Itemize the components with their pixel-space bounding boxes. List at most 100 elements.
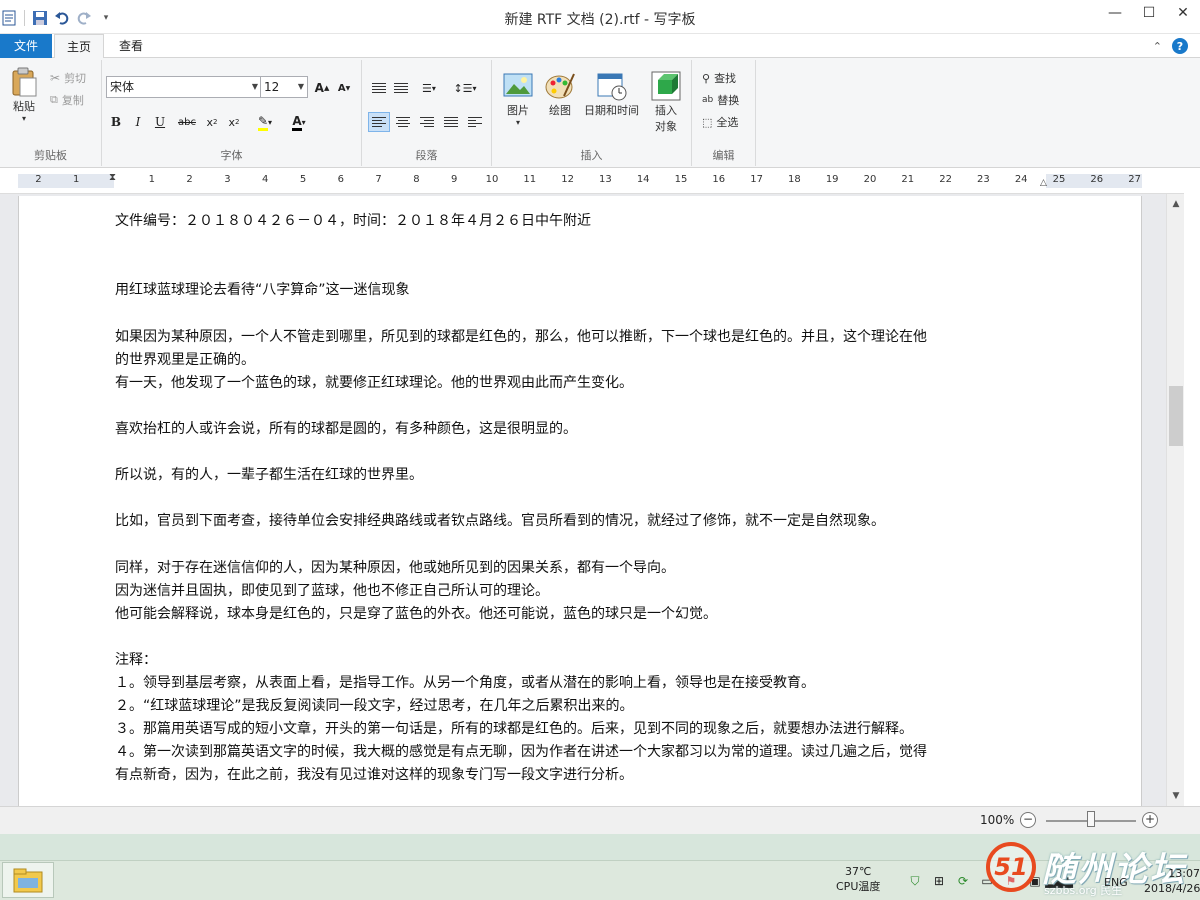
document-line: ３。那篇用英语写成的短小文章，开头的第一句话是，所有的球都是红色的。后来，见到不… <box>115 721 913 738</box>
increase-indent-icon[interactable] <box>390 78 412 98</box>
tab-view[interactable]: 查看 <box>108 34 154 58</box>
close-button[interactable]: ✕ <box>1166 0 1200 26</box>
right-padding <box>1184 168 1200 808</box>
document-line: 比如，官员到下面考查，接待单位会安排经典路线或者钦点路线。官员所看到的情况，就经… <box>115 513 885 530</box>
insert-group: 图片 ▾ 绘图 日期和时间 插入 对象 插入 <box>492 60 692 166</box>
grow-font-icon[interactable]: A ▲ <box>312 78 332 98</box>
vertical-scrollbar[interactable]: ▲ ▼ <box>1166 194 1184 806</box>
align-right-icon[interactable] <box>416 112 438 132</box>
align-center-icon[interactable] <box>392 112 414 132</box>
font-group: 宋体 ▼ 12 ▼ A ▲ A ▼ B I U abc x2 x2 ✎ ▾ A ▾ 字体 <box>102 60 362 166</box>
tab-file[interactable]: 文件 <box>0 34 52 58</box>
ruler-tick-label: 2 <box>186 174 193 185</box>
input-language[interactable]: ENG <box>1104 876 1128 889</box>
font-color-button[interactable]: A ▾ <box>284 112 314 132</box>
window-controls: — ☐ ✕ <box>1098 0 1200 26</box>
insert-object-button[interactable]: 插入 对象 <box>650 70 682 134</box>
maximize-button[interactable]: ☐ <box>1132 0 1166 26</box>
right-indent-marker-icon[interactable]: △ <box>1040 178 1047 188</box>
taskbar: 37℃ CPU温度 ⛉ ⊞ ⟳ ▭ ⚑ ▣ ▂▄▆ 51 随州论坛 szbbs.… <box>0 834 1200 900</box>
windows-icon[interactable]: ⊞ <box>930 872 948 890</box>
font-size-select[interactable]: 12 ▼ <box>260 76 308 98</box>
update-icon[interactable]: ⟳ <box>954 872 972 890</box>
highlight-color-button[interactable]: ✎ ▾ <box>250 112 280 132</box>
ruler-tick-label: 19 <box>825 174 839 185</box>
ruler-tick-label: 10 <box>485 174 499 185</box>
indent-marker-icon[interactable]: ⧗ <box>109 172 116 183</box>
zoom-slider-thumb[interactable] <box>1087 811 1095 827</box>
font-family-value: 宋体 <box>110 80 135 94</box>
ruler-tick-label: 23 <box>977 174 990 185</box>
datetime-label: 日期和时间 <box>584 104 639 117</box>
bold-icon[interactable]: B <box>106 112 126 132</box>
folder-icon <box>13 868 43 893</box>
scroll-thumb[interactable] <box>1169 386 1183 446</box>
line-spacing-icon[interactable]: ↕☰ ▾ <box>450 78 480 98</box>
scroll-up-icon[interactable]: ▲ <box>1167 196 1185 212</box>
ruler[interactable]: 2 1 1 2 3 4 5 6 7 8 9 10 11 12 13 14 15 16 17 18 19 20 21 22 23 2… <box>0 168 1200 194</box>
justify-icon[interactable] <box>440 112 462 132</box>
ruler-tick-label: 7 <box>375 174 382 185</box>
editing-group: ⚲ 查找 ab 替换 ⬚ 全选 编辑 <box>692 60 756 166</box>
find-label: 查找 <box>714 72 737 85</box>
paint-label: 绘图 <box>549 104 571 117</box>
bullet-list-icon[interactable]: ☰ ▾ <box>414 78 444 98</box>
paste-icon <box>12 67 37 97</box>
document-line: 所以说，有的人，一辈子都生活在红球的世界里。 <box>115 467 423 484</box>
insert-object-label-1: 插入 <box>655 104 677 117</box>
shield-icon[interactable]: ⛉ <box>906 872 924 890</box>
italic-icon[interactable]: I <box>128 112 148 132</box>
clock[interactable]: 13:07 2018/4/26 <box>1144 866 1200 896</box>
shrink-font-icon[interactable]: A ▼ <box>334 78 354 98</box>
zoom-out-button[interactable]: − <box>1020 812 1036 828</box>
paragraph-settings-icon[interactable] <box>464 112 486 132</box>
document-line: 用红球蓝球理论去看待“八字算命”这一迷信现象 <box>115 282 410 299</box>
ruler-tick-label: 20 <box>863 174 877 185</box>
strikethrough-icon[interactable]: abc <box>174 112 200 132</box>
document-page[interactable]: 文件编号：２０１８０４２６－０４，时间：２０１８年４月２６日中午附近 用红球蓝球理… <box>18 196 1142 806</box>
window-title: 新建 RTF 文档 (2).rtf - 写字板 <box>504 12 696 28</box>
document-line: ４。第一次读到那篇英语文字的时候，我大概的感觉是有点无聊，因为作者在讲述一个大家… <box>115 744 927 761</box>
replace-button[interactable]: ab 替换 <box>702 92 739 108</box>
clock-time: 13:07 <box>1168 867 1200 880</box>
document-line: 如果因为某种原因，一个人不管走到哪里，所见到的球都是红色的，那么，他可以推断，下… <box>115 328 927 345</box>
title-bar: ▾ 新建 RTF 文档 (2).rtf - 写字板 — ☐ ✕ <box>0 0 1200 34</box>
ruler-tick-label: 12 <box>561 174 574 185</box>
cut-button[interactable]: ✂ 剪切 <box>50 70 86 86</box>
zoom-percentage: 100% <box>980 813 1015 827</box>
select-all-button[interactable]: ⬚ 全选 <box>702 114 738 130</box>
paste-button[interactable]: 粘贴 ▾ <box>8 66 40 123</box>
align-left-icon[interactable] <box>368 112 390 132</box>
cpu-temp-value: 37℃ <box>845 865 872 878</box>
font-group-label: 字体 <box>220 149 243 162</box>
taskbar-explorer-button[interactable] <box>2 862 54 898</box>
decrease-indent-icon[interactable] <box>368 78 390 98</box>
subscript-icon[interactable]: x2 <box>202 112 222 132</box>
scroll-down-icon[interactable]: ▼ <box>1167 788 1185 804</box>
picture-button[interactable]: 图片 ▾ <box>502 70 534 127</box>
superscript-icon[interactable]: x2 <box>224 112 244 132</box>
zoom-in-button[interactable]: + <box>1142 812 1158 828</box>
font-size-value: 12 <box>264 80 280 94</box>
minimize-button[interactable]: — <box>1098 0 1132 26</box>
document-line: １。领导到基层考察，从表面上看，是指导工作。从另一个角度，或者从潜在的影响上看，… <box>115 675 815 691</box>
font-family-select[interactable]: 宋体 ▼ <box>106 76 262 98</box>
ruler-tick-label: 21 <box>901 174 915 185</box>
cpu-temp-label: CPU温度 <box>836 880 881 893</box>
help-icon[interactable]: ? <box>1172 38 1188 54</box>
paint-palette-icon <box>545 73 575 99</box>
minimize-ribbon-icon[interactable]: ⌃ <box>1153 40 1162 53</box>
ruler-scale: 2 1 1 2 3 4 5 6 7 8 9 10 11 12 13 14 15 16 17 18 19 20 21 22 23 2… <box>18 174 1142 188</box>
find-button[interactable]: ⚲ 查找 <box>702 70 736 86</box>
ruler-tick-label: 24 <box>1014 174 1028 185</box>
picture-icon <box>503 73 533 97</box>
document-line: 的世界观里是正确的。 <box>115 351 255 368</box>
ruler-tick-label: 15 <box>674 174 688 185</box>
copy-button[interactable]: ⧉ 复制 <box>50 92 84 108</box>
insert-object-label-2: 对象 <box>655 120 677 133</box>
underline-icon[interactable]: U <box>150 112 170 132</box>
datetime-button[interactable]: 日期和时间 <box>584 70 639 118</box>
paragraph-group-label: 段落 <box>415 149 438 162</box>
paint-button[interactable]: 绘图 <box>544 70 576 118</box>
tab-home[interactable]: 主页 <box>54 34 104 59</box>
